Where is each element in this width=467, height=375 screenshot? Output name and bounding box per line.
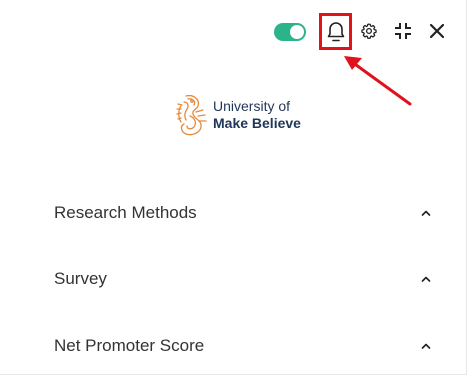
chevron-up-icon[interactable] [420,341,432,351]
section-label: Survey [54,269,107,288]
logo-line-1: University of [213,98,291,114]
section-label: Net Promoter Score [54,336,205,355]
logo-line-2: Make Believe [213,115,301,131]
seahorse-logo-icon [176,94,207,136]
enable-toggle[interactable] [274,23,306,41]
annotation-arrow [344,56,412,106]
chevron-up-icon[interactable] [420,208,432,218]
section-net-promoter-score[interactable]: Net Promoter Score [54,331,432,361]
gear-icon [361,23,377,39]
bell-icon [327,21,344,41]
close-icon [429,23,445,39]
close-button[interactable] [426,20,448,42]
collapse-button[interactable] [392,20,414,42]
chevron-up-icon[interactable] [420,274,432,284]
section-research-methods[interactable]: Research Methods [54,198,432,228]
logo-text: University of Make Believe [213,98,301,132]
settings-button[interactable] [358,20,380,42]
collapse-icon [395,23,411,39]
side-panel: University of Make Believe Research Meth… [0,0,467,375]
toggle-knob [290,25,304,39]
section-label: Research Methods [54,203,197,222]
notifications-button[interactable] [319,13,352,50]
university-logo: University of Make Believe [172,92,301,138]
section-survey[interactable]: Survey [54,264,432,294]
